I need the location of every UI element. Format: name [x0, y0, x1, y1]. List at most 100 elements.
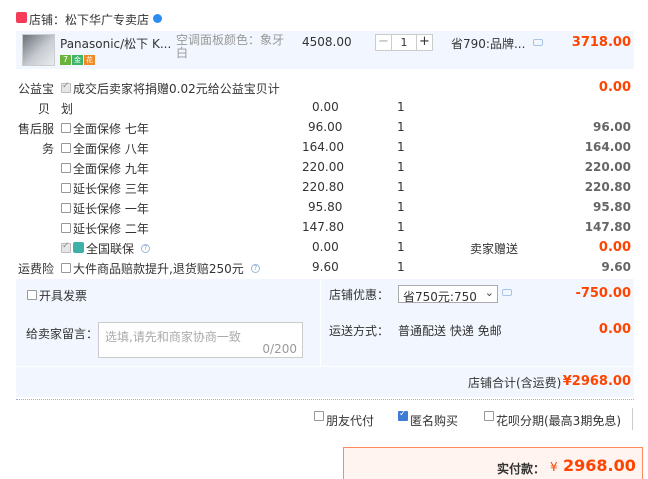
discount-select[interactable]: 省750元:750 ⌄	[398, 285, 498, 304]
service-price: 9.60	[312, 260, 339, 274]
shipping-insurance-checkbox[interactable]	[61, 263, 71, 273]
anonymous-checkbox[interactable]	[398, 409, 408, 421]
store-name-link[interactable]: 松下华广专卖店	[65, 11, 149, 28]
shipping-method: 普通配送 快递 免邮	[398, 324, 502, 338]
service-price: 220.00	[302, 160, 344, 174]
huabei-checkbox[interactable]	[484, 411, 494, 421]
message-placeholder: 选填,请先和商家协商一致	[105, 330, 241, 344]
help-icon[interactable]: ?	[141, 244, 150, 253]
pay-amount: 2968.00	[563, 456, 636, 475]
store-total-amount: ¥2968.00	[562, 374, 631, 389]
product-thumbnail[interactable]	[22, 34, 55, 66]
service-label: 全国联保	[86, 242, 135, 256]
friend-pay-checkbox[interactable]	[314, 411, 324, 421]
product-title-link[interactable]: Panasonic/松下 K...	[60, 35, 171, 52]
service-qty: 1	[397, 140, 405, 154]
message-label: 给卖家留言：	[26, 327, 99, 341]
discount-amount: -750.00	[575, 286, 631, 301]
service-label: 大件商品赔款提升,退货赔250元	[73, 262, 244, 276]
public-benefit-price: 0.00	[312, 100, 339, 114]
store-total-label: 店铺合计(含运费)	[468, 376, 562, 390]
warranty-9yr-checkbox[interactable]	[61, 163, 71, 173]
friend-pay-label: 朋友代付	[326, 414, 375, 428]
service-price: 0.00	[312, 240, 339, 254]
shipping-amount: 0.00	[598, 322, 631, 337]
national-warranty-icon	[73, 242, 84, 253]
service-total: 220.00	[584, 160, 631, 174]
public-benefit-group-label: 公益宝	[18, 82, 55, 96]
service-qty: 1	[397, 180, 405, 194]
saving-detail-icon[interactable]	[533, 39, 543, 46]
aftersale-group-label-2: 务	[42, 142, 55, 156]
service-qty: 1	[397, 240, 405, 254]
pay-label: 实付款：	[497, 462, 546, 476]
shipping-insurance-group-label: 运费险	[18, 262, 55, 276]
service-price: 95.80	[308, 200, 343, 214]
service-qty: 1	[397, 200, 405, 214]
service-label: 延长保修 二年	[73, 222, 149, 236]
public-benefit-qty: 1	[397, 100, 405, 114]
message-counter: 0/200	[262, 342, 297, 356]
product-badges: 7 金 花	[60, 55, 95, 65]
service-total: 147.80	[584, 220, 631, 234]
increase-quantity-button[interactable]: +	[416, 35, 432, 50]
guarantee-badge: 金	[72, 55, 83, 65]
national-warranty-checkbox	[61, 241, 71, 253]
extended-3yr-checkbox[interactable]	[61, 183, 71, 193]
service-qty: 1	[397, 120, 405, 134]
anonymous-label: 匿名购买	[410, 414, 459, 428]
service-total: 96.00	[593, 120, 631, 134]
panel-divider-h	[16, 366, 634, 367]
public-benefit-total: 0.00	[598, 80, 631, 95]
decrease-quantity-button[interactable]: −	[376, 35, 392, 50]
shipping-label: 运送方式：	[329, 324, 390, 338]
store-icon	[16, 12, 27, 23]
product-attribute: 空调面板颜色：象牙白	[176, 33, 285, 60]
service-qty: 1	[397, 160, 405, 174]
wangwang-chat-icon[interactable]	[153, 14, 162, 23]
public-benefit-group-label-2: 贝	[38, 102, 51, 116]
seven-day-return-badge: 7	[60, 55, 71, 65]
service-label: 全面保修 七年	[73, 122, 149, 136]
service-qty: 1	[397, 220, 405, 234]
quantity-stepper: − 1 +	[375, 34, 433, 51]
product-unit-price: 4508.00	[302, 35, 352, 49]
service-total: 220.80	[584, 180, 631, 194]
warranty-8yr-checkbox[interactable]	[61, 143, 71, 153]
service-total: 164.00	[584, 140, 631, 154]
service-price: 96.00	[308, 120, 343, 134]
discount-detail-icon[interactable]	[502, 289, 512, 296]
service-label: 延长保修 一年	[73, 202, 149, 216]
extended-1yr-checkbox[interactable]	[61, 203, 71, 213]
service-total: 95.80	[593, 200, 631, 214]
credit-card-badge: 花	[84, 55, 95, 65]
huabei-divider	[632, 408, 633, 430]
product-subtotal: 3718.00	[571, 35, 631, 50]
extended-2yr-checkbox[interactable]	[61, 223, 71, 233]
brand-saving-text: 省790:品牌...	[451, 37, 526, 51]
dotted-divider	[16, 399, 634, 400]
service-label: 全面保修 八年	[73, 142, 149, 156]
service-total: 9.60	[601, 260, 631, 274]
quantity-input[interactable]: 1	[393, 35, 415, 50]
invoice-label: 开具发票	[39, 289, 88, 303]
chevron-down-icon: ⌄	[484, 286, 494, 299]
service-qty: 1	[397, 260, 405, 274]
warranty-7yr-checkbox[interactable]	[61, 123, 71, 133]
service-price: 164.00	[302, 140, 344, 154]
pay-currency: ¥	[550, 460, 558, 474]
public-benefit-text: 成交后卖家将捐赠0.02元给公益宝贝计	[73, 82, 280, 96]
discount-select-value: 省750元:750	[403, 290, 477, 304]
service-total: 0.00	[598, 240, 631, 255]
panel-divider	[320, 279, 321, 367]
public-benefit-text-2: 划	[61, 102, 74, 116]
public-benefit-checkbox	[61, 81, 71, 93]
discount-label: 店铺优惠：	[329, 288, 390, 302]
service-price: 220.80	[302, 180, 344, 194]
help-icon[interactable]: ?	[251, 264, 260, 273]
service-label: 全面保修 九年	[73, 162, 149, 176]
aftersale-group-label: 售后服	[18, 122, 55, 136]
service-price: 147.80	[302, 220, 344, 234]
invoice-checkbox[interactable]	[27, 290, 37, 300]
message-textarea[interactable]: 选填,请先和商家协商一致 0/200	[98, 322, 303, 358]
